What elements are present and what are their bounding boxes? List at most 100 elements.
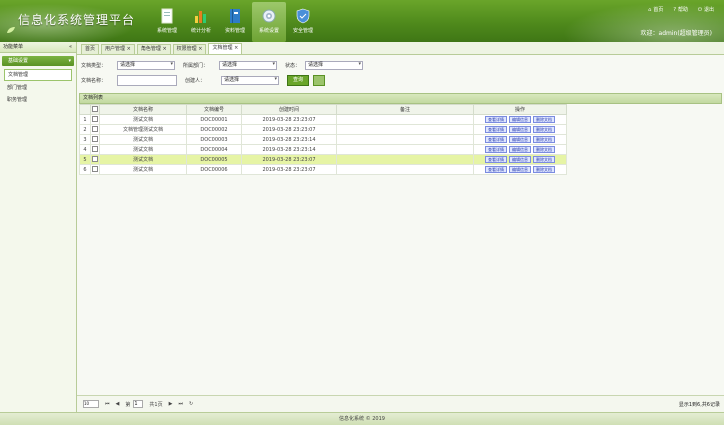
close-icon[interactable]: × — [234, 45, 238, 51]
select-all-checkbox[interactable] — [92, 105, 98, 112]
gear-icon — [262, 9, 276, 23]
sidebar-item-departments[interactable]: 部门管理 — [4, 83, 72, 93]
next-page-icon[interactable]: ▶ — [169, 401, 173, 407]
cell-code: DOC00004 — [186, 144, 242, 155]
sidebar: 功能菜单 « 基础设置 ▾ 文档管理 部门管理 职务管理 — [0, 42, 77, 424]
delete-button[interactable]: 删除文档 — [533, 136, 555, 143]
table-row[interactable]: 5 测试文档 DOC00005 2019-03-28 23:23:07 查看详情 编辑信息… — [79, 154, 567, 165]
refresh-icon[interactable]: ↻ — [189, 401, 193, 407]
nav-label: 系统管理 — [156, 28, 177, 34]
row-select-checkbox[interactable] — [92, 165, 98, 172]
creator-select[interactable]: 请选择 — [221, 75, 279, 85]
list-heading: 文档列表 — [79, 93, 722, 104]
delete-button[interactable]: 删除文档 — [533, 146, 555, 153]
sidebar-item-positions[interactable]: 职务管理 — [4, 95, 72, 105]
top-link-exit[interactable]: ⏻ 退出 — [698, 6, 714, 14]
close-icon[interactable]: × — [127, 46, 131, 52]
department-select[interactable]: 请选择 — [219, 60, 277, 70]
column-header-select — [90, 104, 100, 115]
close-icon[interactable]: × — [162, 46, 166, 52]
view-button[interactable]: 查看详情 — [485, 166, 507, 173]
document-table: 文档名称 文档编号 创建时间 备注 操作 1 测试文档 DOC00001 2019-0… — [79, 104, 567, 175]
nav-item-system[interactable]: 系统管理 — [150, 2, 184, 42]
nav-item-documents[interactable]: 资料管理 — [218, 2, 252, 42]
cell-actions: 查看详情 编辑信息 删除文档 — [473, 114, 567, 125]
edit-button[interactable]: 编辑信息 — [509, 136, 531, 143]
cell-time: 2019-03-28 23:23:07 — [241, 124, 337, 135]
delete-button[interactable]: 删除文档 — [533, 166, 555, 173]
main-nav: 系统管理 统计分析 资料管理 系统设置 安全管理 — [150, 2, 320, 42]
row-select-checkbox[interactable] — [92, 125, 98, 132]
row-select-checkbox[interactable] — [92, 135, 98, 142]
table-row[interactable]: 4 测试文档 DOC00004 2019-03-28 23:23:14 查看详情 编辑信息… — [79, 144, 567, 155]
filter-label: 创建人： — [185, 77, 206, 84]
nav-label: 统计分析 — [190, 28, 211, 34]
column-header[interactable]: 文档编号 — [186, 104, 242, 115]
table-row[interactable]: 1 测试文档 DOC00001 2019-03-28 23:23:07 查看详情 编辑信息… — [79, 114, 567, 125]
column-header[interactable]: 创建时间 — [241, 104, 337, 115]
delete-button[interactable]: 删除文档 — [533, 116, 555, 123]
tab-documents[interactable]: 文档管理 × — [208, 43, 243, 54]
edit-button[interactable]: 编辑信息 — [509, 156, 531, 163]
doc-type-select[interactable]: 请选择 — [117, 60, 175, 70]
doc-name-input[interactable] — [117, 74, 177, 86]
edit-button[interactable]: 编辑信息 — [509, 146, 531, 153]
row-select-checkbox[interactable] — [92, 155, 98, 162]
view-button[interactable]: 查看详情 — [485, 146, 507, 153]
welcome-text: 欢迎：admin(超级管理员) — [640, 30, 712, 37]
prev-page-icon[interactable]: ◀ — [116, 401, 120, 407]
edit-button[interactable]: 编辑信息 — [509, 126, 531, 133]
reset-button[interactable] — [313, 74, 325, 86]
row-checkbox — [90, 124, 100, 135]
column-header[interactable]: 文档名称 — [99, 104, 187, 115]
column-header-index — [79, 104, 91, 115]
chevron-down-icon: ▾ — [68, 58, 71, 64]
app-title: 信息化系统管理平台 — [18, 13, 136, 27]
edit-button[interactable]: 编辑信息 — [509, 116, 531, 123]
first-page-icon[interactable]: ⏮ — [105, 401, 110, 407]
tab-users[interactable]: 用户管理 × — [101, 44, 135, 54]
tab-roles[interactable]: 角色管理 × — [136, 44, 171, 54]
document-icon — [161, 8, 173, 24]
nav-item-settings[interactable]: 系统设置 — [252, 2, 286, 42]
row-select-checkbox[interactable] — [92, 145, 98, 152]
cell-code: DOC00001 — [186, 114, 242, 125]
footer: 信息化系统 © 2019 — [0, 412, 724, 425]
view-button[interactable]: 查看详情 — [485, 126, 507, 133]
table-row[interactable]: 6 测试文档 DOC00006 2019-03-28 23:23:07 查看详情 编辑信息… — [79, 164, 567, 175]
table-row[interactable]: 2 文档管理测试文档 DOC00002 2019-03-28 23:23:07 查看详情… — [79, 124, 567, 135]
top-link-help[interactable]: ? 帮助 — [673, 6, 688, 14]
sidebar-group[interactable]: 基础设置 ▾ — [2, 56, 74, 66]
page-size-select[interactable]: 10 — [83, 400, 99, 408]
tab-permissions[interactable]: 权限管理 × — [172, 44, 207, 54]
last-page-icon[interactable]: ⏭ — [178, 401, 183, 407]
pagination-info: 显示1到6,共6记录 — [678, 401, 720, 408]
row-select-checkbox[interactable] — [92, 115, 98, 122]
view-button[interactable]: 查看详情 — [485, 116, 507, 123]
column-header[interactable]: 备注 — [336, 104, 474, 115]
view-button[interactable]: 查看详情 — [485, 156, 507, 163]
sidebar-item-documents[interactable]: 文档管理 — [4, 69, 72, 81]
search-button[interactable]: 查询 — [287, 74, 309, 86]
nav-item-security[interactable]: 安全管理 — [286, 2, 320, 42]
cell-time: 2019-03-28 23:23:14 — [241, 144, 337, 155]
cell-code: DOC00003 — [186, 134, 242, 145]
chevron-left-icon[interactable]: « — [69, 42, 72, 52]
edit-button[interactable]: 编辑信息 — [509, 166, 531, 173]
view-button[interactable]: 查看详情 — [485, 136, 507, 143]
table-header-row: 文档名称 文档编号 创建时间 备注 操作 — [79, 104, 567, 115]
nav-item-statistics[interactable]: 统计分析 — [184, 2, 218, 42]
top-header: 信息化系统管理平台 系统管理 统计分析 资料管理 系统设置 安全管理 ⌂ 首页 ?… — [0, 0, 724, 42]
close-icon[interactable]: × — [198, 46, 202, 52]
page-input[interactable]: 1 — [133, 400, 144, 408]
cell-note — [336, 114, 474, 125]
table-row[interactable]: 3 测试文档 DOC00003 2019-03-28 23:23:14 查看详情 编辑信息… — [79, 134, 567, 145]
tab-home[interactable]: 首页 — [81, 44, 100, 54]
nav-label: 系统设置 — [258, 28, 279, 34]
status-select[interactable]: 请选择 — [305, 60, 363, 70]
sidebar-heading[interactable]: 功能菜单 « — [0, 42, 76, 53]
delete-button[interactable]: 删除文档 — [533, 126, 555, 133]
cell-time: 2019-03-28 23:23:07 — [241, 114, 337, 125]
delete-button[interactable]: 删除文档 — [533, 156, 555, 163]
top-link-home[interactable]: ⌂ 首页 — [648, 6, 663, 14]
